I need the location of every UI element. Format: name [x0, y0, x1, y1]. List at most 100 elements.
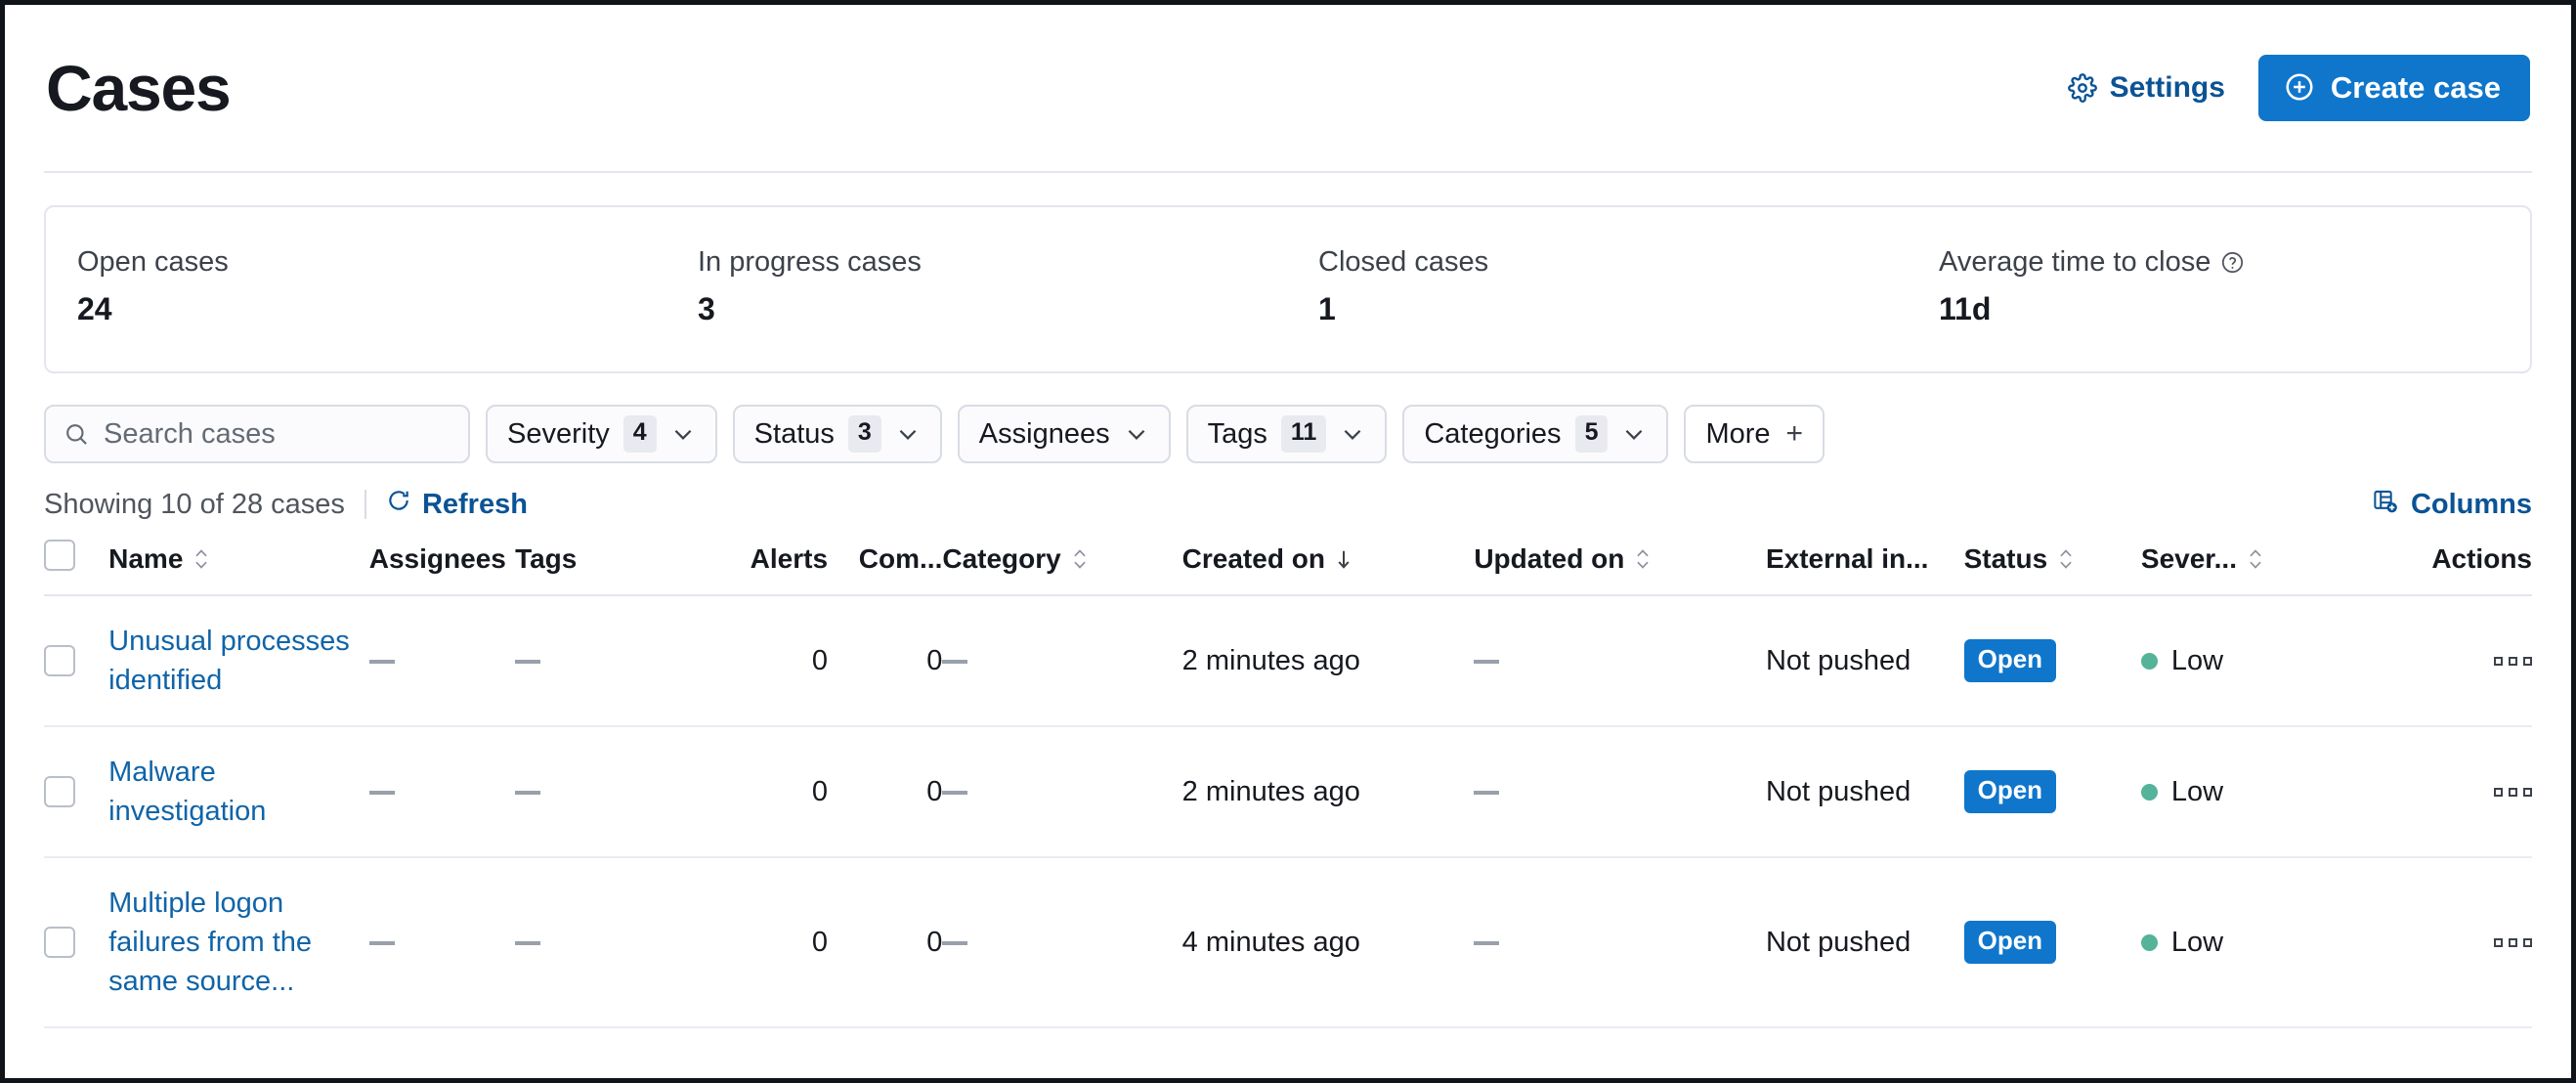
status-badge: Open [1963, 921, 2057, 964]
settings-label: Settings [2109, 71, 2225, 104]
cell-alerts: 0 [703, 595, 829, 728]
columns-add-icon [2372, 488, 2398, 522]
create-case-button[interactable]: Create case [2257, 55, 2530, 121]
empty-dash [942, 659, 968, 664]
cell-created-on: 2 minutes ago [1181, 595, 1475, 728]
empty-dash [515, 659, 541, 664]
refresh-button[interactable]: Refresh [386, 488, 528, 521]
table-row: Malware investigation 0 0 2 minutes ago … [44, 726, 2532, 859]
column-label: Name [108, 543, 184, 574]
filter-assignees[interactable]: Assignees [957, 405, 1171, 463]
column-header-name[interactable]: Name [108, 540, 369, 596]
sort-both-icon [1633, 547, 1653, 571]
stat-average-time-to-close: Average time to close 11d [1908, 245, 2528, 327]
gear-icon [2067, 73, 2097, 103]
search-input[interactable] [104, 417, 451, 451]
page-title: Cases [46, 52, 232, 124]
columns-button[interactable]: Columns [2372, 488, 2532, 522]
search-box[interactable] [44, 405, 470, 463]
stat-label: In progress cases [698, 246, 922, 278]
sort-both-icon [2246, 547, 2265, 571]
severity-label: Low [2170, 775, 2224, 807]
column-label: Category [942, 543, 1061, 574]
cell-name: Unusual processes identified [108, 595, 369, 728]
columns-label: Columns [2410, 488, 2532, 520]
chevron-down-icon [1124, 421, 1149, 447]
table-header: Name Assignees Tags Alerts Com... Catego… [44, 540, 2532, 596]
chevron-down-icon [895, 421, 921, 447]
table-row: Multiple logon failures from the same so… [44, 857, 2532, 1029]
header-actions: Settings Create case [2067, 55, 2530, 121]
cell-tags [515, 857, 704, 1029]
cell-severity: Low [2140, 595, 2366, 728]
column-label: Tags [515, 543, 578, 574]
column-label: Updated on [1474, 543, 1625, 574]
cell-actions [2365, 857, 2532, 1029]
case-name-link[interactable]: Multiple logon failures from the same so… [108, 884, 369, 1001]
stat-value: 11d [1939, 290, 1992, 326]
column-header-category[interactable]: Category [942, 540, 1182, 596]
cell-created-on: 4 minutes ago [1181, 857, 1475, 1029]
empty-dash [515, 790, 541, 795]
cell-severity: Low [2140, 726, 2366, 859]
select-all-checkbox[interactable] [44, 540, 75, 571]
help-icon[interactable] [2220, 250, 2245, 275]
severity-dot-icon [2140, 933, 2158, 951]
filter-count: 4 [623, 415, 657, 453]
row-select-cell [44, 595, 109, 728]
table-toolbar: Showing 10 of 28 cases Refresh Columns [44, 485, 2532, 524]
chevron-down-icon [670, 421, 696, 447]
refresh-icon [386, 488, 411, 521]
sort-both-icon [2056, 547, 2076, 571]
stat-label: Average time to close [1939, 245, 2528, 280]
filter-bar: Severity 4 Status 3 Assignees Tags 11 [44, 405, 2532, 463]
filter-categories[interactable]: Categories 5 [1402, 405, 1669, 463]
stats-card: Open cases 24 In progress cases 3 Closed… [44, 205, 2532, 373]
filter-more[interactable]: More + [1684, 405, 1825, 463]
severity-dot-icon [2140, 783, 2158, 801]
filter-severity[interactable]: Severity 4 [486, 405, 717, 463]
row-checkbox[interactable] [44, 927, 75, 959]
stat-value: 3 [698, 290, 715, 326]
filter-status[interactable]: Status 3 [732, 405, 942, 463]
create-case-label: Create case [2330, 69, 2501, 105]
cell-tags [515, 726, 704, 859]
page-header: Cases Settings Create case [44, 5, 2532, 173]
cell-name: Malware investigation [108, 726, 369, 859]
filter-label: Severity [507, 417, 610, 450]
sort-desc-icon [1334, 547, 1353, 571]
column-label: Sever... [2140, 543, 2237, 574]
row-actions-menu-icon[interactable] [2365, 656, 2532, 666]
table-row: Unusual processes identified 0 0 2 minut… [44, 595, 2532, 728]
cell-comments: 0 [828, 595, 943, 728]
filter-tags[interactable]: Tags 11 [1185, 405, 1388, 463]
cell-severity: Low [2140, 857, 2366, 1029]
column-header-updated-on[interactable]: Updated on [1474, 540, 1766, 596]
stat-value: 1 [1318, 290, 1336, 326]
cell-external-incident: Not pushed [1765, 857, 1964, 1029]
cell-actions [2365, 726, 2532, 859]
column-label: Alerts [750, 543, 829, 574]
row-actions-menu-icon[interactable] [2365, 787, 2532, 797]
cell-category [942, 857, 1182, 1029]
cell-external-incident: Not pushed [1765, 595, 1964, 728]
filter-count: 3 [847, 415, 881, 453]
cell-assignees [368, 726, 516, 859]
column-header-alerts: Alerts [703, 540, 829, 596]
row-checkbox[interactable] [44, 776, 75, 808]
row-checkbox[interactable] [44, 645, 75, 677]
row-select-cell [44, 726, 109, 859]
filter-count: 5 [1574, 415, 1609, 453]
column-label: Assignees [368, 543, 506, 574]
empty-dash [368, 659, 395, 664]
row-actions-menu-icon[interactable] [2365, 937, 2532, 947]
column-header-status[interactable]: Status [1963, 540, 2141, 596]
column-header-severity[interactable]: Sever... [2140, 540, 2366, 596]
cell-category [942, 726, 1182, 859]
settings-button[interactable]: Settings [2067, 71, 2225, 105]
case-name-link[interactable]: Malware investigation [108, 753, 369, 831]
column-label: Com... [858, 543, 943, 574]
cell-updated-on [1474, 726, 1766, 859]
column-header-created-on[interactable]: Created on [1181, 540, 1475, 596]
case-name-link[interactable]: Unusual processes identified [108, 622, 369, 700]
